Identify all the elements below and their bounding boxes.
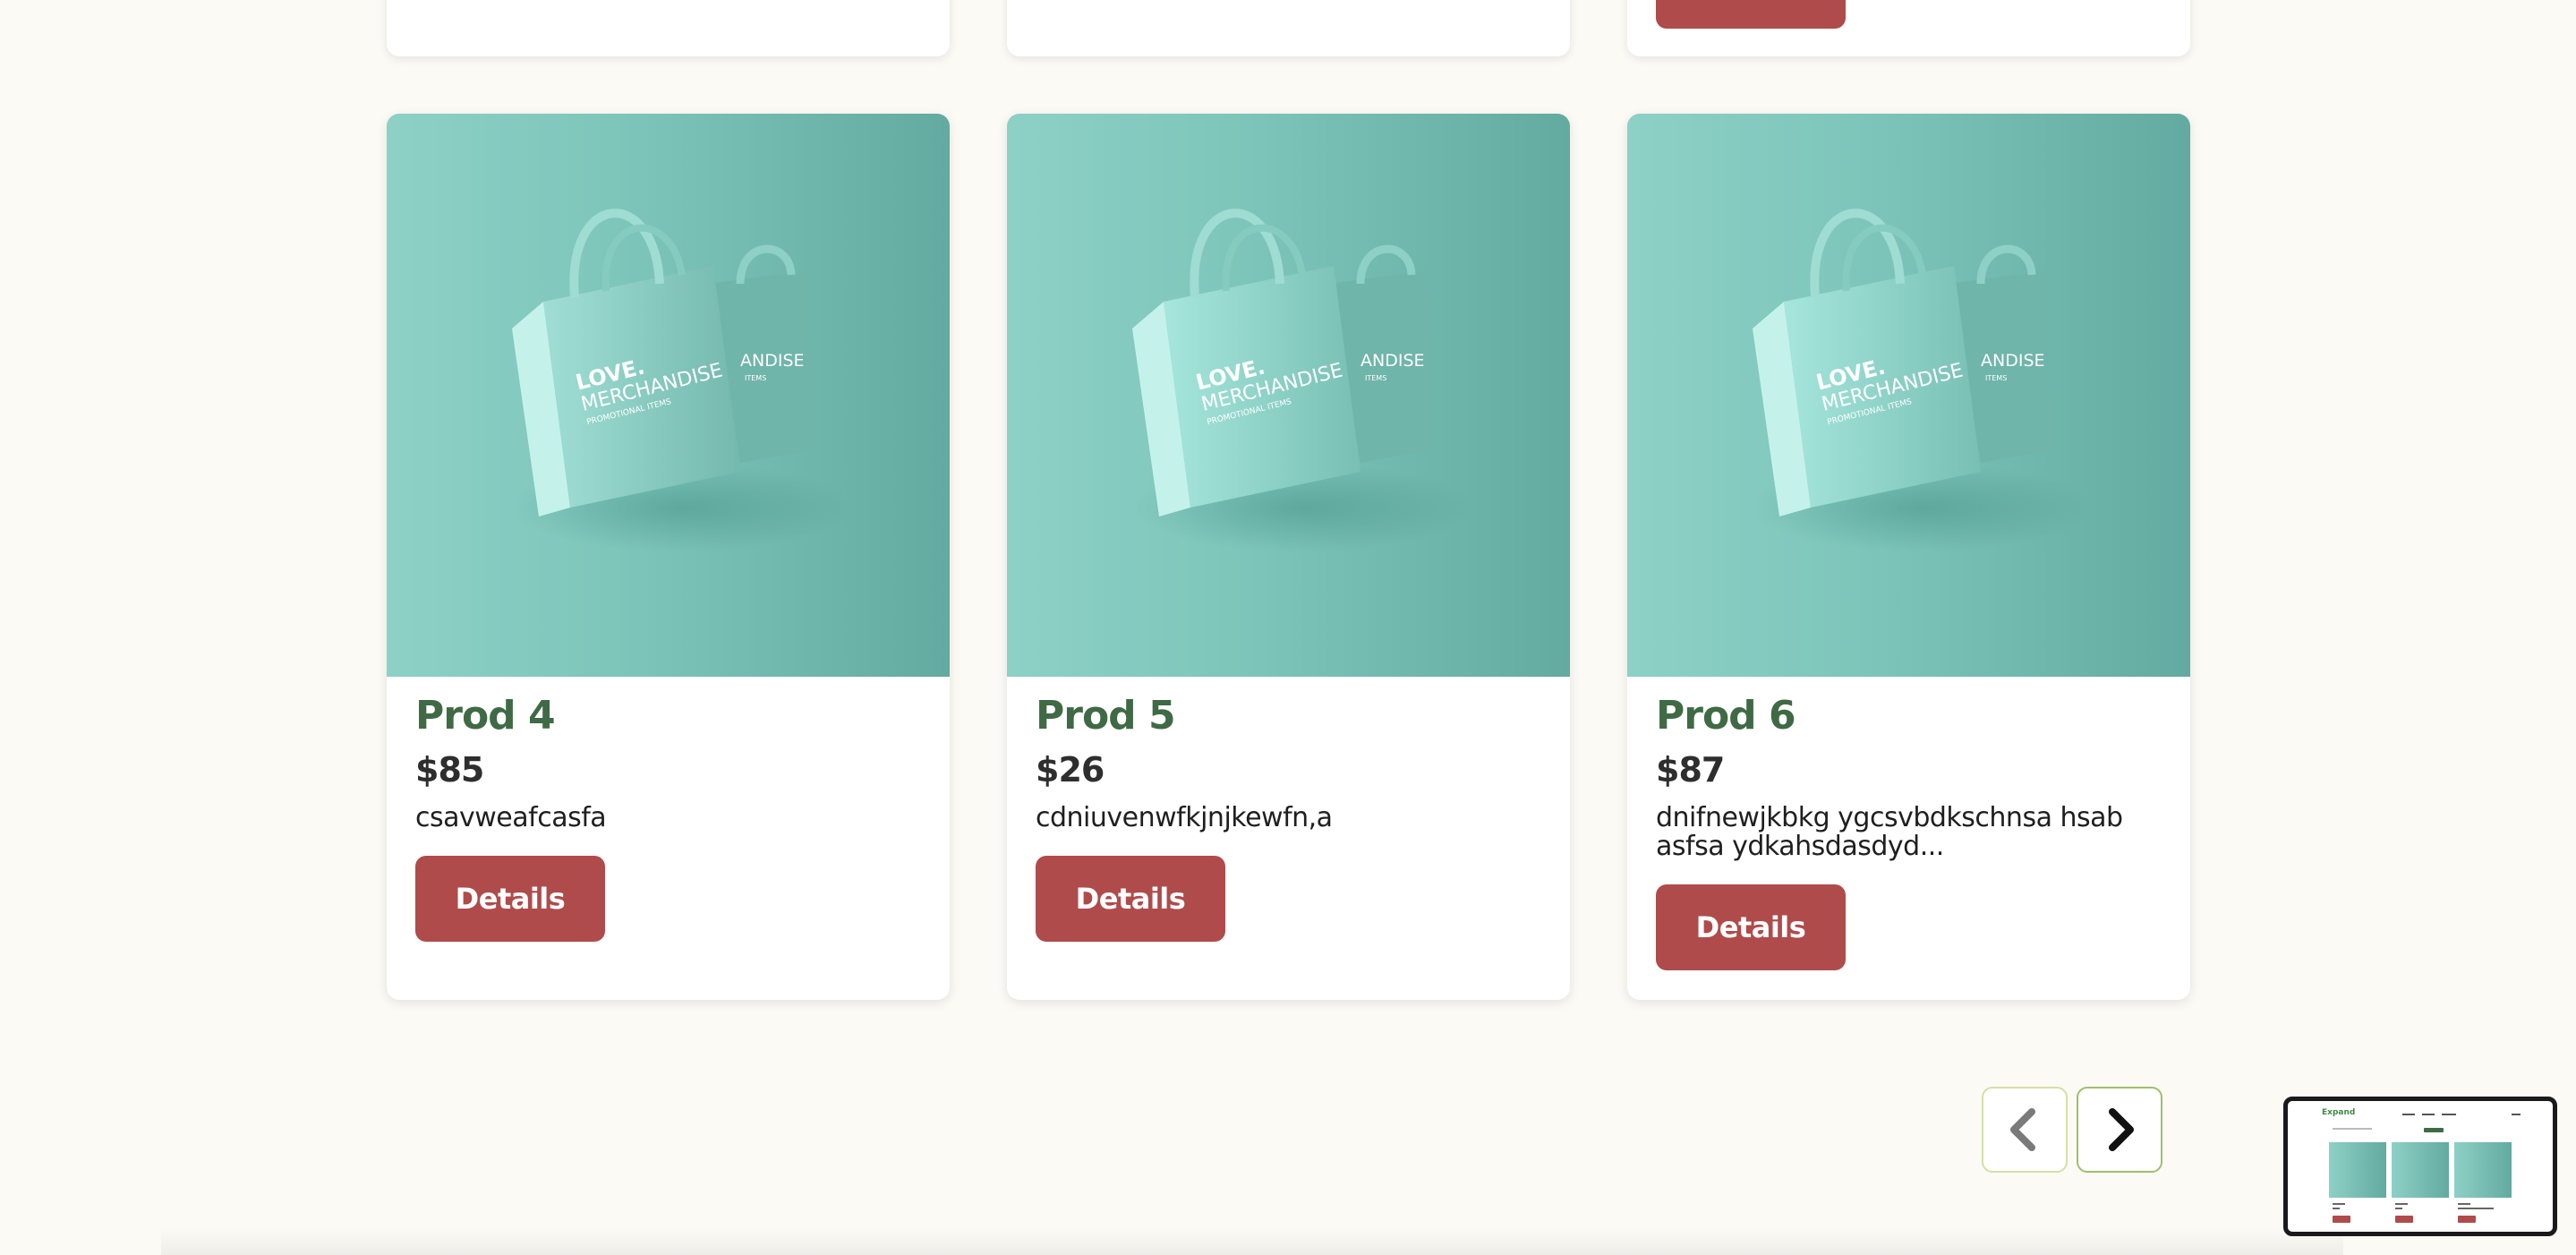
chevron-right-icon	[2109, 1108, 2134, 1151]
product-price: $85	[415, 750, 484, 790]
minimap-nav-item	[2422, 1114, 2435, 1115]
minimap-nav-item	[2442, 1114, 2456, 1115]
previous-page-button[interactable]	[1982, 1087, 2068, 1173]
minimap-logo: Expand	[2322, 1108, 2356, 1117]
back-bag-subtext: ITEMS	[745, 374, 766, 382]
previous-details-button[interactable]	[1656, 0, 1846, 29]
details-button[interactable]: Details	[1036, 856, 1225, 942]
tote-bag-image: ANDISE ITEMS LOVE. MERCHANDISE PROMOTION…	[512, 209, 852, 552]
tote-bag-image: ANDISE ITEMS LOVE. MERCHANDISE PROMOTION…	[1753, 209, 2093, 552]
product-title: Prod 5	[1036, 693, 1176, 738]
minimap-card	[2392, 1142, 2449, 1228]
product-listing-page: ANDISE ITEMS LOVE. MERCHANDISE PROMOTION…	[0, 0, 2576, 1255]
minimap-card	[2329, 1142, 2386, 1228]
details-button[interactable]: Details	[415, 856, 605, 942]
minimap-nav-item	[2402, 1114, 2415, 1115]
page-minimap[interactable]: Expand	[2283, 1097, 2557, 1236]
product-card: ANDISE ITEMS LOVE. MERCHANDISE PROMOTION…	[1627, 114, 2190, 1000]
product-image[interactable]: ANDISE ITEMS LOVE. MERCHANDISE PROMOTION…	[1007, 114, 1570, 677]
minimap-nav-item	[2512, 1114, 2521, 1115]
previous-product-card	[387, 0, 950, 56]
back-bag-subtext: ITEMS	[1985, 374, 2007, 382]
bottom-shadow	[161, 1228, 2343, 1255]
product-description: cdniuvenwfkjnjkewfn,a	[1036, 802, 1333, 833]
back-bag-subtext: ITEMS	[1365, 374, 1386, 382]
next-page-button[interactable]	[2077, 1087, 2162, 1173]
product-price: $26	[1036, 750, 1105, 790]
minimap-green-button	[2424, 1128, 2444, 1132]
minimap-search	[2333, 1128, 2372, 1130]
product-image[interactable]: ANDISE ITEMS LOVE. MERCHANDISE PROMOTION…	[387, 114, 950, 677]
previous-product-card	[1007, 0, 1570, 56]
back-bag-text: ANDISE	[1981, 351, 2045, 371]
back-bag-text: ANDISE	[1361, 351, 1425, 371]
product-title: Prod 4	[415, 693, 556, 738]
details-button[interactable]: Details	[1656, 884, 1846, 970]
product-description: csavweafcasfa	[415, 802, 607, 833]
product-description: dnifnewjkbkg ygcsvbdkschnsa hsab asfsa y…	[1656, 802, 2123, 862]
product-card: ANDISE ITEMS LOVE. MERCHANDISE PROMOTION…	[387, 114, 950, 1000]
back-bag-text: ANDISE	[740, 351, 805, 371]
chevron-left-icon	[2010, 1108, 2035, 1151]
product-image[interactable]: ANDISE ITEMS LOVE. MERCHANDISE PROMOTION…	[1627, 114, 2190, 677]
product-title: Prod 6	[1656, 693, 1796, 738]
product-card: ANDISE ITEMS LOVE. MERCHANDISE PROMOTION…	[1007, 114, 1570, 1000]
tote-bag-image: ANDISE ITEMS LOVE. MERCHANDISE PROMOTION…	[1132, 209, 1472, 552]
minimap-card	[2454, 1142, 2512, 1228]
previous-product-card	[1627, 0, 2190, 56]
product-price: $87	[1656, 750, 1725, 790]
